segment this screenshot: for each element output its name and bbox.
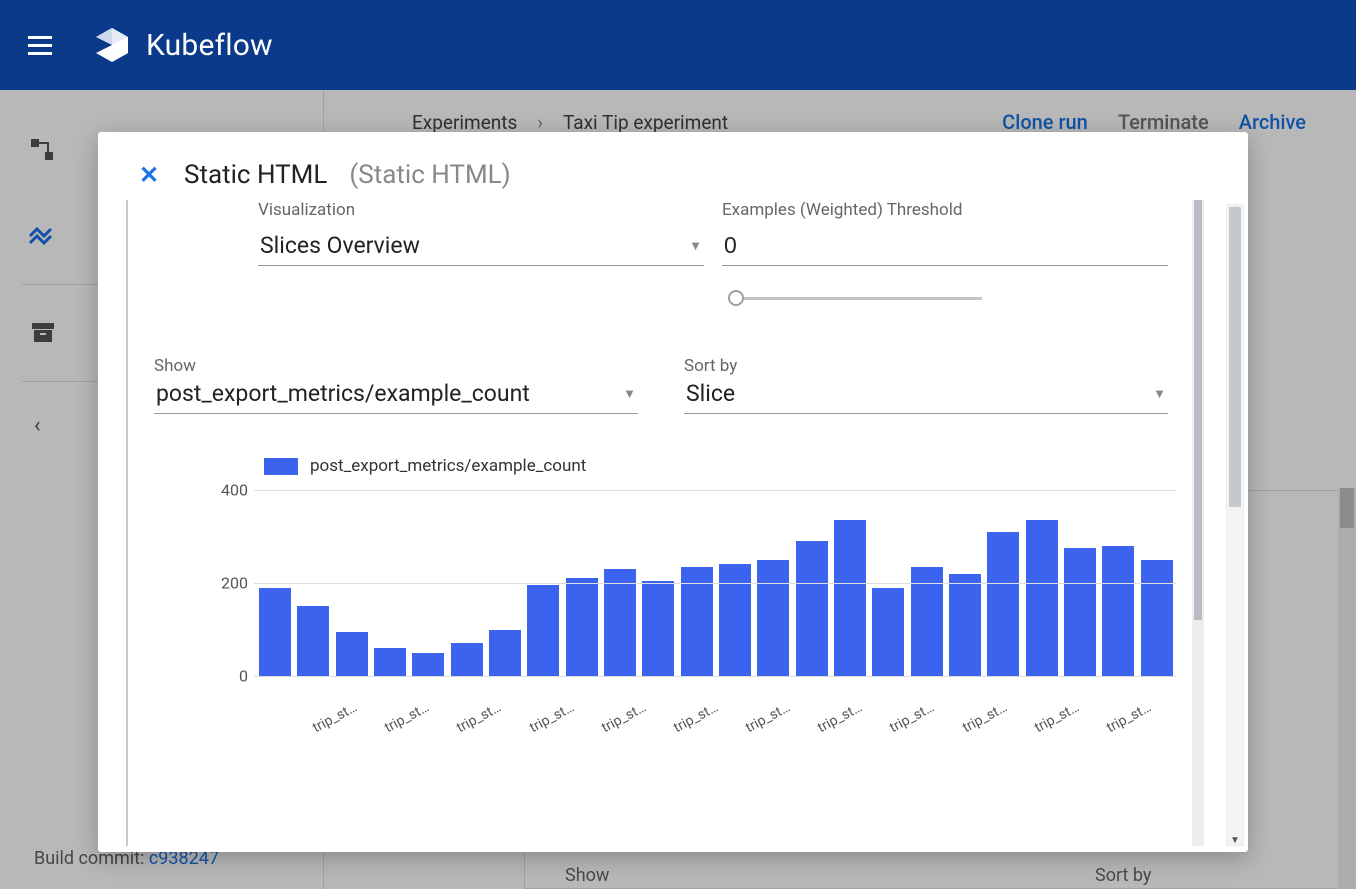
x-tick: trip_st…: [743, 699, 793, 736]
legend-swatch: [264, 458, 298, 475]
static-html-modal: ✕ Static HTML (Static HTML) Visualizatio…: [98, 132, 1248, 852]
y-tick: 200: [210, 574, 248, 593]
scrollbar-thumb[interactable]: [1194, 200, 1202, 620]
show-select-value: post_export_metrics/example_count: [156, 380, 530, 407]
y-tick: 400: [210, 481, 248, 500]
bar[interactable]: [796, 541, 828, 676]
bar[interactable]: [527, 585, 559, 676]
dropdown-icon: ▼: [1153, 386, 1166, 402]
threshold-label: Examples (Weighted) Threshold: [722, 200, 1168, 220]
bar[interactable]: [1026, 520, 1058, 676]
bar[interactable]: [834, 520, 866, 676]
bar[interactable]: [259, 588, 291, 676]
bar-chart: post_export_metrics/example_count trip_s…: [154, 456, 1176, 838]
threshold-slider[interactable]: [722, 286, 982, 310]
x-tick: trip_st…: [960, 699, 1010, 736]
bar[interactable]: [566, 578, 598, 676]
sort-select-label: Sort by: [684, 356, 737, 376]
x-tick: trip_st…: [382, 699, 432, 736]
dropdown-icon: ▼: [623, 386, 636, 402]
modal-title: Static HTML: [184, 160, 327, 190]
slider-knob[interactable]: [728, 290, 744, 306]
bar[interactable]: [987, 532, 1019, 676]
bar[interactable]: [451, 643, 483, 676]
x-tick: trip_st…: [527, 699, 577, 736]
sort-select-value: Slice: [686, 380, 735, 407]
chart-xticks: trip_st…trip_st…trip_st…trip_st…trip_st……: [310, 722, 1176, 738]
x-tick: trip_st…: [599, 699, 649, 736]
x-tick: trip_st…: [454, 699, 504, 736]
kubeflow-logo-icon: [92, 25, 132, 65]
y-tick: 0: [210, 667, 248, 686]
bar[interactable]: [642, 581, 674, 676]
sort-select[interactable]: Slice ▼: [684, 376, 1168, 414]
bar[interactable]: [412, 653, 444, 676]
bar[interactable]: [949, 574, 981, 676]
x-tick: trip_st…: [671, 699, 721, 736]
app-bar: Kubeflow: [0, 0, 1356, 90]
bar[interactable]: [757, 560, 789, 676]
iframe-scrollbar[interactable]: [1192, 200, 1204, 846]
bar[interactable]: [1141, 560, 1173, 676]
scrollbar-thumb[interactable]: [1229, 207, 1241, 507]
dropdown-icon: ▼: [689, 238, 702, 254]
bar[interactable]: [336, 632, 368, 676]
scroll-down-icon[interactable]: ▼: [1227, 835, 1243, 846]
modal-scrollbar[interactable]: ▲ ▼: [1226, 204, 1244, 846]
x-tick: trip_st…: [1104, 699, 1154, 736]
bar[interactable]: [297, 606, 329, 676]
x-tick: trip_st…: [1032, 699, 1082, 736]
x-tick: [1152, 711, 1181, 736]
viz-select-label: Visualization: [258, 200, 704, 220]
viz-select[interactable]: Slices Overview ▼: [258, 228, 704, 266]
x-tick: trip_st…: [887, 699, 937, 736]
bar[interactable]: [604, 569, 636, 676]
bar[interactable]: [374, 648, 406, 676]
bar[interactable]: [1064, 548, 1096, 676]
x-tick: trip_st…: [815, 699, 865, 736]
legend-label: post_export_metrics/example_count: [310, 456, 586, 476]
close-icon[interactable]: ✕: [136, 161, 162, 189]
menu-icon[interactable]: [18, 23, 62, 67]
bar[interactable]: [719, 564, 751, 676]
threshold-input[interactable]: [722, 228, 1168, 266]
show-select[interactable]: post_export_metrics/example_count ▼: [154, 376, 638, 414]
chart-legend: post_export_metrics/example_count: [264, 456, 1176, 476]
app-title: Kubeflow: [146, 28, 273, 63]
bar[interactable]: [872, 588, 904, 676]
bar[interactable]: [1102, 546, 1134, 676]
viz-select-value: Slices Overview: [260, 232, 420, 259]
bar[interactable]: [489, 630, 521, 677]
x-tick: trip_st…: [310, 699, 360, 736]
show-select-label: Show: [154, 356, 196, 376]
app-logo[interactable]: Kubeflow: [92, 25, 273, 65]
viz-iframe: Visualization Slices Overview ▼ Examples…: [126, 200, 1204, 846]
modal-subtitle: (Static HTML): [349, 160, 510, 190]
